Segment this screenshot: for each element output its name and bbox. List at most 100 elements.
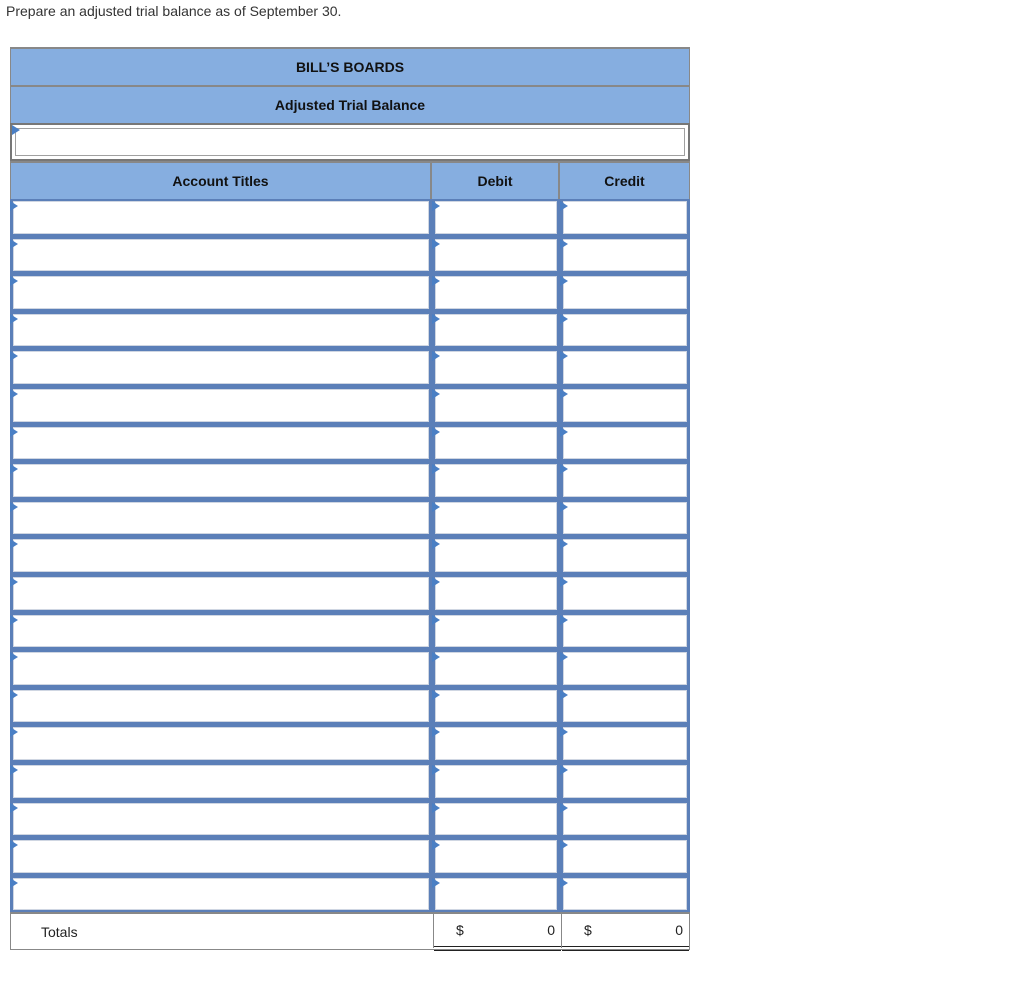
credit-input[interactable] bbox=[563, 464, 687, 497]
credit-input[interactable] bbox=[563, 652, 687, 685]
debit-input[interactable] bbox=[435, 727, 557, 760]
debit-input-cell bbox=[432, 687, 560, 726]
debit-input[interactable] bbox=[435, 840, 557, 873]
credit-input[interactable] bbox=[563, 689, 687, 723]
account-title-input[interactable] bbox=[13, 576, 429, 610]
account-title-input[interactable] bbox=[13, 727, 429, 760]
credit-input[interactable] bbox=[563, 238, 687, 272]
credit-input[interactable] bbox=[563, 388, 687, 422]
account-title-input[interactable] bbox=[13, 313, 429, 347]
account-title-input[interactable] bbox=[13, 276, 429, 309]
debit-input-cell bbox=[432, 537, 560, 575]
credit-input[interactable] bbox=[563, 802, 687, 836]
debit-currency-symbol: $ bbox=[456, 922, 464, 938]
debit-input[interactable] bbox=[435, 276, 557, 309]
dropdown-marker-icon bbox=[10, 351, 18, 362]
dropdown-marker-icon bbox=[432, 576, 440, 587]
entry-row bbox=[10, 199, 690, 237]
totals-row: Totals $ 0 $ 0 bbox=[10, 912, 690, 951]
debit-input-cell bbox=[432, 311, 560, 350]
account-title-input[interactable] bbox=[13, 351, 429, 384]
credit-input[interactable] bbox=[563, 764, 687, 798]
debit-input[interactable] bbox=[435, 238, 557, 272]
credit-input[interactable] bbox=[563, 501, 687, 535]
account-title-input-cell bbox=[10, 875, 432, 914]
credit-input[interactable] bbox=[563, 351, 687, 384]
credit-input-cell bbox=[560, 199, 690, 237]
entry-row bbox=[10, 574, 690, 613]
dropdown-marker-icon bbox=[560, 501, 568, 512]
account-title-input-cell bbox=[10, 349, 432, 387]
account-title-input[interactable] bbox=[13, 539, 429, 572]
debit-total-value: 0 bbox=[547, 922, 555, 938]
debit-input[interactable] bbox=[435, 576, 557, 610]
dropdown-marker-icon bbox=[432, 388, 440, 399]
debit-input-cell bbox=[432, 462, 560, 500]
dropdown-marker-icon bbox=[432, 238, 440, 249]
account-title-input-cell bbox=[10, 236, 432, 275]
dropdown-marker-icon bbox=[10, 614, 18, 625]
dropdown-marker-icon bbox=[560, 840, 568, 851]
debit-input[interactable] bbox=[435, 764, 557, 798]
account-title-input[interactable] bbox=[13, 689, 429, 723]
credit-input[interactable] bbox=[563, 276, 687, 309]
debit-input[interactable] bbox=[435, 388, 557, 422]
debit-input[interactable] bbox=[435, 501, 557, 535]
credit-input[interactable] bbox=[563, 426, 687, 460]
debit-input[interactable] bbox=[435, 464, 557, 497]
dropdown-marker-icon bbox=[560, 652, 568, 663]
credit-input[interactable] bbox=[563, 877, 687, 911]
dropdown-marker-icon bbox=[10, 238, 18, 249]
column-header-account: Account Titles bbox=[10, 161, 432, 199]
credit-input[interactable] bbox=[563, 614, 687, 648]
entry-row bbox=[10, 537, 690, 575]
dropdown-marker-icon bbox=[560, 201, 568, 211]
debit-input[interactable] bbox=[435, 652, 557, 685]
account-title-input[interactable] bbox=[13, 802, 429, 836]
column-header-credit-label: Credit bbox=[604, 173, 645, 189]
dropdown-marker-icon bbox=[560, 313, 568, 324]
account-title-input[interactable] bbox=[13, 201, 429, 234]
credit-input[interactable] bbox=[563, 576, 687, 610]
account-title-input[interactable] bbox=[13, 764, 429, 798]
entry-row bbox=[10, 612, 690, 651]
debit-input[interactable] bbox=[435, 313, 557, 347]
dropdown-marker-icon bbox=[560, 276, 568, 287]
date-dropdown[interactable] bbox=[15, 128, 685, 156]
debit-input[interactable] bbox=[435, 689, 557, 723]
account-title-input[interactable] bbox=[13, 652, 429, 685]
debit-input-cell bbox=[432, 386, 560, 425]
dropdown-marker-icon bbox=[432, 501, 440, 512]
account-title-input[interactable] bbox=[13, 464, 429, 497]
credit-input[interactable] bbox=[563, 313, 687, 347]
credit-input-cell bbox=[560, 687, 690, 726]
account-title-input[interactable] bbox=[13, 501, 429, 535]
credit-input-cell bbox=[560, 236, 690, 275]
account-title-input[interactable] bbox=[13, 877, 429, 911]
account-title-input-cell bbox=[10, 762, 432, 801]
debit-input[interactable] bbox=[435, 351, 557, 384]
debit-input[interactable] bbox=[435, 614, 557, 648]
account-title-input[interactable] bbox=[13, 614, 429, 648]
credit-input[interactable] bbox=[563, 539, 687, 572]
account-title-input[interactable] bbox=[13, 238, 429, 272]
debit-input[interactable] bbox=[435, 201, 557, 234]
dropdown-marker-icon bbox=[432, 877, 440, 888]
debit-input[interactable] bbox=[435, 877, 557, 911]
entry-row bbox=[10, 236, 690, 275]
debit-input[interactable] bbox=[435, 802, 557, 836]
account-title-input[interactable] bbox=[13, 840, 429, 873]
account-title-input-cell bbox=[10, 424, 432, 463]
account-title-input[interactable] bbox=[13, 426, 429, 460]
debit-input[interactable] bbox=[435, 539, 557, 572]
debit-input[interactable] bbox=[435, 426, 557, 460]
credit-input[interactable] bbox=[563, 727, 687, 760]
credit-input[interactable] bbox=[563, 840, 687, 873]
entry-row bbox=[10, 311, 690, 350]
credit-input[interactable] bbox=[563, 201, 687, 234]
statement-title: Adjusted Trial Balance bbox=[10, 85, 690, 123]
entry-row bbox=[10, 762, 690, 801]
credit-input-cell bbox=[560, 274, 690, 312]
account-title-input[interactable] bbox=[13, 388, 429, 422]
dropdown-marker-icon bbox=[10, 501, 18, 512]
